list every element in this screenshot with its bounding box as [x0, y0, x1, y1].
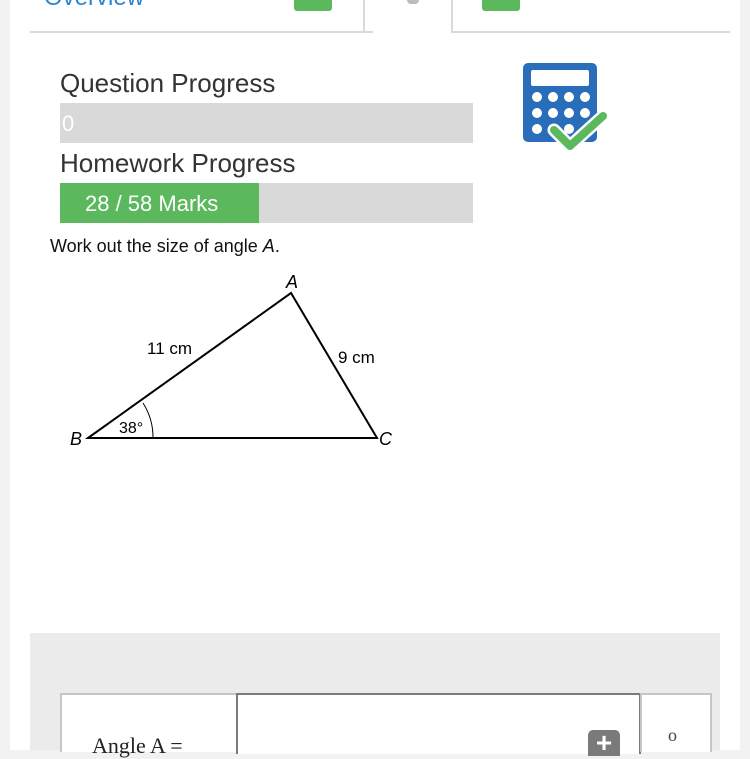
question-progress-value: 0: [62, 111, 75, 136]
tab-overview[interactable]: Overview: [44, 0, 144, 12]
homework-progress-bar: 28 / 58 Marks: [60, 183, 473, 223]
tab-active-indicator-icon[interactable]: [407, 0, 419, 4]
question-variable: A: [262, 236, 275, 256]
vertex-c-label: C: [379, 429, 393, 449]
tab-underline: [30, 31, 373, 33]
question-progress-title: Question Progress: [60, 68, 276, 98]
homework-progress-value: 28 / 58 Marks: [85, 191, 219, 216]
homework-progress-title: Homework Progress: [60, 148, 296, 178]
tab-underline: [451, 31, 730, 33]
side-ac-label: 9 cm: [338, 348, 375, 367]
tab-divider: [451, 0, 453, 31]
question-text: Work out the size of angle: [50, 236, 263, 256]
question-card: Overview Question Progress 0 Homework Pr…: [10, 0, 740, 758]
answer-panel: Angle A = + o: [30, 633, 720, 758]
answer-label: Angle A =: [92, 733, 183, 758]
angle-b-label: 38°: [119, 420, 143, 437]
homework-progress-fill: 28 / 58 Marks: [60, 183, 260, 223]
tab-status-badge: [294, 0, 332, 11]
plus-icon[interactable]: +: [588, 729, 620, 757]
question-progress-bar: 0: [60, 103, 473, 143]
calculator-allowed-icon: [523, 63, 607, 153]
unit-divider: [640, 693, 642, 752]
tab-status-badge: [482, 0, 520, 11]
angle-b-arc: [142, 402, 154, 439]
question-punctuation: .: [274, 236, 280, 256]
tab-strip: Overview: [10, 0, 740, 34]
question-prompt: Work out the size of angle A.: [50, 236, 280, 257]
side-ab-label: 11 cm: [147, 339, 192, 358]
triangle-diagram: A B C 11 cm 9 cm 38°: [70, 272, 393, 449]
answer-row: Angle A = + o: [60, 693, 712, 758]
vertex-a-label: A: [285, 272, 298, 292]
vertex-b-label: B: [70, 429, 82, 449]
angle-a-answer-input[interactable]: +: [236, 693, 641, 757]
triangle-shape: [84, 291, 379, 439]
degree-unit: o: [668, 725, 677, 745]
tab-divider: [363, 0, 365, 31]
